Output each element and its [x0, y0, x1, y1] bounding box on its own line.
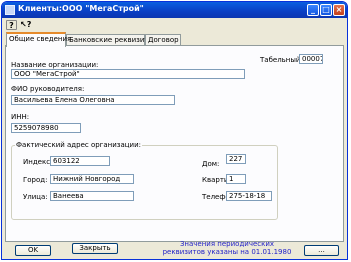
city-field[interactable]: Нижний Новгород [50, 174, 134, 184]
tab-number-field[interactable]: 00007 [299, 54, 323, 64]
note-line-2: реквизитов указаны на 01.01.1980 [162, 248, 292, 256]
tab-general[interactable]: Общие сведения [6, 32, 71, 47]
close-button[interactable]: × [333, 4, 345, 16]
address-group: Фактический адрес организации: Индекс: 6… [11, 141, 278, 220]
street-label: Улица: [23, 193, 48, 201]
phone-field[interactable]: 275-18-18 [226, 191, 272, 201]
org-name-field[interactable]: ООО "МегаСтрой" [11, 69, 245, 79]
inn-field[interactable]: 5259078980 [11, 123, 81, 133]
ok-button[interactable]: OK [15, 245, 51, 256]
index-field[interactable]: 603122 [50, 156, 110, 166]
director-label: ФИО руководителя: [11, 85, 85, 93]
street-field[interactable]: Ванеева [50, 191, 134, 201]
browse-button[interactable]: ... [304, 245, 339, 256]
house-field[interactable]: 227 [226, 154, 246, 164]
city-label: Город: [23, 176, 48, 184]
whats-this-icon[interactable]: ↖? [20, 20, 31, 30]
note-line-1: Значения периодических [179, 240, 275, 248]
inn-label: ИНН: [11, 113, 30, 121]
periodic-values-note: Значения периодических реквизитов указан… [162, 240, 292, 256]
minimize-button[interactable]: _ [307, 4, 319, 16]
tab-panel-general: Табельный №: 00007 Название организации:… [5, 45, 344, 242]
apartment-field[interactable]: 1 [226, 174, 246, 184]
title-bar[interactable]: Клиенты:ООО "МегаСтрой" _ □ × [2, 2, 347, 18]
maximize-button[interactable]: □ [320, 4, 332, 16]
house-label: Дом: [202, 160, 220, 168]
toolbar: ? ↖? [2, 18, 347, 32]
address-group-title: Фактический адрес организации: [15, 141, 143, 149]
window-title: Клиенты:ООО "МегаСтрой" [18, 4, 144, 13]
org-name-label: Название организации: [11, 61, 99, 69]
help-icon[interactable]: ? [6, 20, 17, 30]
director-field[interactable]: Васильева Елена Олеговна [11, 95, 175, 105]
client-window: Клиенты:ООО "МегаСтрой" _ □ × ? ↖? Общие… [1, 1, 348, 260]
index-label: Индекс: [23, 158, 53, 166]
close-form-button[interactable]: Закрыть [72, 243, 118, 254]
app-icon [5, 5, 15, 15]
